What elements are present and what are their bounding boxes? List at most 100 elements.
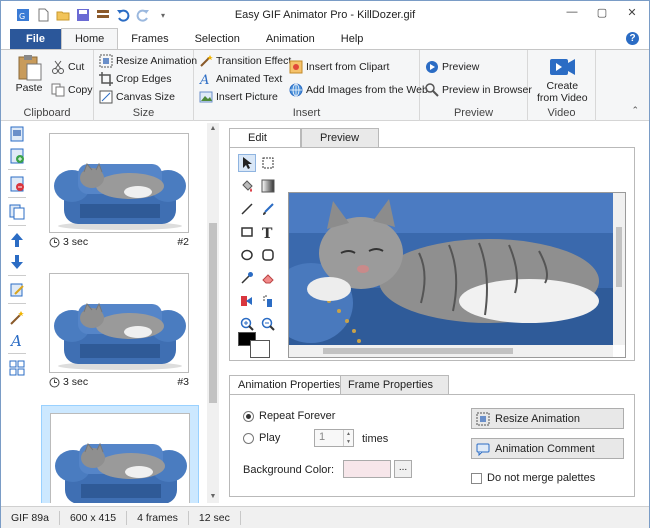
tab-edit[interactable]: Edit — [229, 128, 301, 149]
canvas-size-button[interactable]: Canvas Size — [99, 90, 175, 104]
animated-text-button[interactable]: A Animated Text — [199, 72, 282, 86]
rectangle-select-icon[interactable] — [259, 154, 277, 172]
delete-frame-icon[interactable] — [8, 175, 26, 193]
background-color-swatch[interactable] — [250, 340, 270, 358]
frame-duration[interactable]: 3 sec — [49, 376, 88, 388]
text-frame-icon[interactable]: A — [8, 331, 26, 349]
tab-preview-editor[interactable]: Preview — [301, 128, 379, 148]
ellipse-tool-icon[interactable] — [238, 246, 256, 264]
radio-checked-icon — [243, 410, 254, 422]
resize-animation-ribbon-button[interactable]: Resize Animation — [99, 54, 197, 68]
color-swatches[interactable] — [238, 332, 274, 360]
line-icon[interactable] — [238, 200, 256, 218]
preview-browser-button[interactable]: Preview in Browser — [425, 83, 532, 97]
cut-button[interactable]: Cut — [51, 60, 84, 74]
radio-unchecked-icon — [243, 432, 254, 444]
cat-on-sofa-image — [50, 274, 188, 372]
paste-button[interactable]: Paste — [15, 54, 43, 94]
brush-icon[interactable] — [259, 200, 277, 218]
rectangle-tool-icon[interactable] — [238, 223, 256, 241]
resize-animation-button[interactable]: Resize Animation — [471, 408, 624, 429]
video-icon — [550, 59, 576, 75]
canvas-vertical-scrollbar[interactable] — [613, 193, 625, 345]
frame-item-selected[interactable] — [41, 405, 199, 503]
transition-wand-icon[interactable] — [8, 309, 26, 327]
tab-animation[interactable]: Animation — [253, 29, 328, 49]
edit-frame-icon[interactable] — [8, 281, 26, 299]
frame-meta: 3 sec #3 — [49, 376, 189, 390]
background-color-field[interactable] — [343, 460, 391, 478]
frame-properties-icon[interactable] — [8, 125, 26, 143]
play-circle-icon — [426, 61, 438, 73]
close-icon[interactable]: ✕ — [617, 2, 647, 22]
copy-button[interactable]: Copy — [51, 83, 93, 97]
create-from-video-button[interactable]: Create from Video — [537, 54, 588, 104]
play-count-stepper[interactable]: 1 ▲ ▼ — [314, 429, 354, 447]
add-images-web-button[interactable]: Add Images from the Web — [289, 83, 428, 97]
animation-comment-button[interactable]: Animation Comment — [471, 438, 624, 459]
svg-text:T: T — [262, 226, 273, 239]
canvas-vscroll-thumb[interactable] — [616, 227, 622, 287]
repeat-forever-label: Repeat Forever — [259, 410, 336, 422]
fill-bucket-icon[interactable] — [238, 177, 256, 195]
maximize-icon[interactable]: ▢ — [587, 2, 617, 22]
tab-frames[interactable]: Frames — [118, 29, 181, 49]
preview-group-label: Preview — [453, 107, 494, 119]
preview-button[interactable]: Preview — [425, 60, 479, 74]
image-canvas[interactable] — [288, 192, 626, 358]
tab-selection[interactable]: Selection — [182, 29, 253, 49]
color-picker-icon[interactable] — [238, 269, 256, 287]
replace-color-icon[interactable] — [238, 292, 256, 310]
crop-edges-button[interactable]: Crop Edges — [99, 72, 171, 86]
insert-clipart-button[interactable]: Insert from Clipart — [289, 60, 389, 74]
help-icon[interactable]: ? — [626, 32, 639, 45]
status-bar: GIF 89a 600 x 415 4 frames 12 sec — [1, 506, 649, 528]
choose-color-button[interactable]: ... — [394, 460, 412, 478]
frame-number: #3 — [177, 376, 189, 388]
tab-home[interactable]: Home — [60, 28, 119, 49]
move-up-icon[interactable] — [8, 231, 26, 249]
eraser-icon[interactable] — [259, 269, 277, 287]
play-radio[interactable]: Play — [243, 432, 280, 444]
grid-view-icon[interactable] — [8, 359, 26, 377]
text-tool-icon[interactable]: T — [259, 223, 277, 241]
resize-animation-ribbon-label: Resize Animation — [116, 55, 198, 67]
repeat-forever-radio[interactable]: Repeat Forever — [243, 410, 335, 422]
collapse-ribbon-icon[interactable]: ⌃ — [631, 105, 639, 116]
clock-icon — [49, 377, 60, 387]
pointer-icon[interactable] — [238, 154, 256, 172]
scroll-down-icon[interactable]: ▼ — [207, 491, 219, 503]
add-frame-icon[interactable] — [8, 147, 26, 165]
drawing-tools: T — [238, 154, 280, 333]
rounded-rect-icon[interactable] — [259, 246, 277, 264]
animation-properties-panel: Repeat Forever Play 1 ▲ ▼ times Backgroun… — [229, 394, 635, 497]
frame-list-scrollbar[interactable]: ▲ ▼ — [207, 123, 219, 503]
animated-text-icon: A — [199, 73, 209, 86]
times-label: times — [362, 433, 389, 445]
move-down-icon[interactable] — [8, 253, 26, 271]
spray-icon[interactable] — [259, 292, 277, 310]
canvas-horizontal-scrollbar[interactable] — [289, 345, 613, 357]
minimize-icon[interactable]: — — [557, 2, 587, 22]
window-controls: — ▢ ✕ — [557, 2, 647, 22]
frame-item[interactable]: 3 sec #2 — [41, 133, 199, 250]
tab-frame-properties[interactable]: Frame Properties — [339, 375, 449, 395]
tab-help[interactable]: Help — [328, 29, 377, 49]
no-merge-palettes-checkbox[interactable]: Do not merge palettes — [471, 472, 595, 484]
stepper-arrows-icon[interactable]: ▲ ▼ — [343, 430, 353, 446]
zoom-out-icon[interactable] — [259, 315, 277, 333]
tab-file[interactable]: File — [10, 29, 61, 49]
transition-effect-button[interactable]: Transition Effect — [199, 54, 291, 68]
insert-picture-button[interactable]: Insert Picture — [199, 90, 278, 104]
gradient-icon[interactable] — [259, 177, 277, 195]
canvas-hscroll-thumb[interactable] — [323, 348, 513, 354]
clipboard-group-label: Clipboard — [23, 107, 71, 119]
copy-label: Copy — [68, 84, 93, 96]
tab-animation-properties[interactable]: Animation Properties — [229, 375, 341, 396]
frame-duration[interactable]: 3 sec — [49, 236, 88, 248]
frame-list-scroll-thumb[interactable] — [209, 223, 217, 403]
duplicate-frame-icon[interactable] — [8, 203, 26, 221]
zoom-in-icon[interactable] — [238, 315, 256, 333]
scroll-up-icon[interactable]: ▲ — [207, 123, 219, 135]
frame-item[interactable]: 3 sec #3 — [41, 273, 199, 390]
